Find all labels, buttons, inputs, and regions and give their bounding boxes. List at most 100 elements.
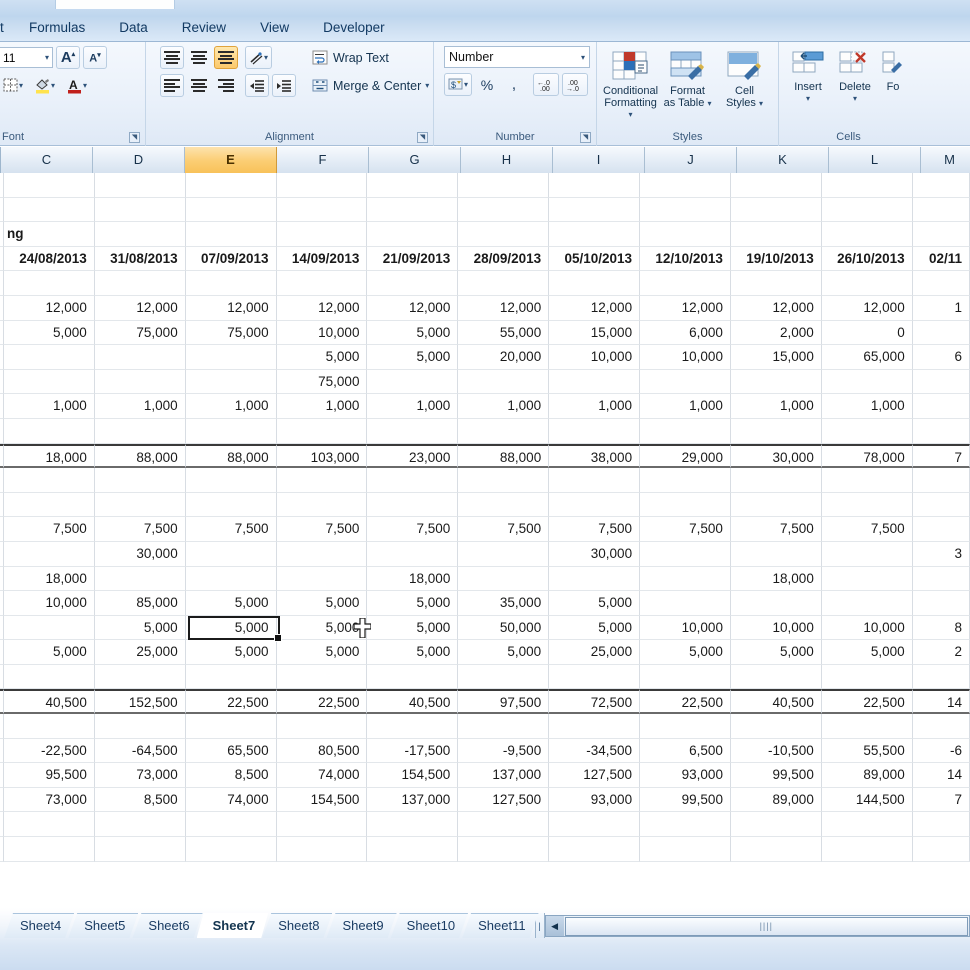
grid-cell[interactable]: -6 [913,739,970,764]
sheet-tab-sheet10[interactable]: Sheet10 [391,913,468,938]
grid-cell[interactable] [458,837,549,862]
grid-cell[interactable] [277,468,368,493]
grid-cell[interactable] [95,567,186,592]
font-size-caret[interactable]: ▾ [45,53,49,62]
decrease-decimal-button[interactable]: .00 →.0 [562,73,588,96]
grid-cell[interactable]: 7,500 [731,517,822,542]
grid-cell[interactable]: 40,500 [4,689,95,714]
grid-cell[interactable]: 5,000 [277,640,368,665]
grid-cell[interactable]: -34,500 [549,739,640,764]
grid-cell[interactable]: 2,000 [731,321,822,346]
grid-cell[interactable]: 55,000 [458,321,549,346]
grid-cell[interactable]: 22,500 [822,689,913,714]
grid-cell[interactable]: 15,000 [549,321,640,346]
grid-cell[interactable] [4,468,95,493]
grid-cell[interactable]: 137,000 [458,763,549,788]
grid-cell[interactable]: 30,000 [549,542,640,567]
grid-cell[interactable]: 22,500 [186,689,277,714]
grid-cell[interactable] [731,665,822,690]
grid-cell[interactable]: 5,000 [367,345,458,370]
grid-cell[interactable]: 78,000 [822,444,913,469]
column-header-d[interactable]: D [93,147,185,173]
grid-cell[interactable] [95,173,186,198]
table-row[interactable] [0,837,970,862]
grid-cell[interactable]: 72,500 [549,689,640,714]
grid-cell[interactable] [95,812,186,837]
table-row[interactable] [0,665,970,690]
grid-cell[interactable] [367,837,458,862]
table-row[interactable] [0,493,970,518]
grid-cell[interactable] [549,665,640,690]
grid-cell[interactable]: 7 [913,444,970,469]
grid-cell[interactable] [731,419,822,444]
grid-cell[interactable] [913,419,970,444]
grid-cell[interactable] [640,837,731,862]
grid-cell[interactable]: 14/09/2013 [277,247,368,272]
grid-cell[interactable]: 99,500 [731,763,822,788]
column-header-c[interactable]: C [1,147,93,173]
grid-cell[interactable] [913,394,970,419]
grid-cell[interactable] [731,198,822,223]
grid-cell[interactable]: 7,500 [549,517,640,542]
grid-cell[interactable]: 21/09/2013 [367,247,458,272]
grid-cell[interactable] [549,198,640,223]
borders-button[interactable]: ▾ [0,74,27,97]
grid-cell[interactable]: 5,000 [186,640,277,665]
grid-cell[interactable]: 5,000 [458,640,549,665]
grid-cell[interactable] [458,567,549,592]
grid-cell[interactable]: 65,000 [822,345,913,370]
grid-cell[interactable] [913,321,970,346]
grid-cell[interactable]: 154,500 [277,788,368,813]
grid-cell[interactable] [458,468,549,493]
grid-cell[interactable]: 14 [913,689,970,714]
table-row[interactable] [0,468,970,493]
grid-cell[interactable]: 88,000 [458,444,549,469]
align-top-button[interactable] [160,46,184,69]
grid-cell[interactable]: 89,000 [822,763,913,788]
grid-cell[interactable] [4,542,95,567]
table-row[interactable]: 5,0005,0005,0005,00050,0005,00010,00010,… [0,616,970,641]
grid-cell[interactable] [549,837,640,862]
grid-cell[interactable] [4,616,95,641]
grid-cell[interactable]: -10,500 [731,739,822,764]
grid-cell[interactable] [367,198,458,223]
grid-cell[interactable] [186,345,277,370]
grid-cell[interactable]: 10,000 [549,345,640,370]
grid-cell[interactable] [367,714,458,739]
ribbon-tab-formulas[interactable]: Formulas [12,20,102,39]
grid-cell[interactable] [822,714,913,739]
grid-cell[interactable] [186,370,277,395]
grid-cell[interactable] [640,591,731,616]
insert-cells-button[interactable]: Insert ▾ [785,48,831,103]
number-format-caret[interactable]: ▾ [581,53,585,62]
grid-cell[interactable]: 1,000 [549,394,640,419]
grid-cell[interactable]: 5,000 [186,616,277,641]
cell-grid[interactable]: ng24/08/201331/08/201307/09/201314/09/20… [0,173,970,862]
grid-cell[interactable]: 02/11 [913,247,970,272]
table-row[interactable] [0,419,970,444]
grid-cell[interactable]: 15,000 [731,345,822,370]
grid-cell[interactable]: 18,000 [4,567,95,592]
grid-cell[interactable] [367,493,458,518]
grid-cell[interactable]: 5,000 [640,640,731,665]
format-cells-button[interactable]: Fo [879,48,907,103]
table-row[interactable]: 95,50073,0008,50074,000154,500137,000127… [0,763,970,788]
grid-cell[interactable]: 1,000 [458,394,549,419]
grid-cell[interactable]: 127,500 [549,763,640,788]
grid-cell[interactable] [549,812,640,837]
cell-styles-caret[interactable]: ▾ [759,99,763,108]
grid-cell[interactable] [731,714,822,739]
grid-cell[interactable] [458,173,549,198]
decrease-indent-button[interactable] [245,74,269,97]
grid-cell[interactable]: 5,000 [277,345,368,370]
grid-cell[interactable]: 38,000 [549,444,640,469]
grid-cell[interactable]: 152,500 [95,689,186,714]
grid-cell[interactable] [640,714,731,739]
grid-cell[interactable] [549,714,640,739]
grid-cell[interactable]: 12,000 [458,296,549,321]
grid-cell[interactable] [549,419,640,444]
grid-cell[interactable]: 75,000 [186,321,277,346]
grid-cell[interactable]: 8,500 [186,763,277,788]
grid-cell[interactable]: 10,000 [4,591,95,616]
grid-cell[interactable]: 99,500 [640,788,731,813]
